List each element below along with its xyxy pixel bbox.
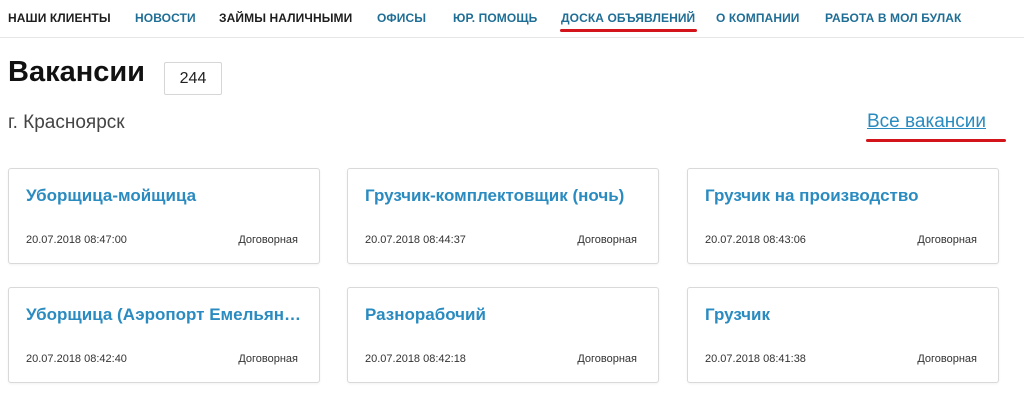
vacancy-date: 20.07.2018 08:44:37 bbox=[365, 234, 466, 246]
nav-item-jobs[interactable]: РАБОТА В МОЛ БУЛАК bbox=[825, 11, 961, 25]
vacancy-card[interactable]: Уборщица (Аэропорт Емельяново) 20.07.201… bbox=[8, 287, 320, 383]
active-nav-underline bbox=[560, 29, 697, 32]
vacancy-card[interactable]: Уборщица-мойщица 20.07.2018 08:47:00 Дог… bbox=[8, 168, 320, 264]
vacancy-date: 20.07.2018 08:47:00 bbox=[26, 234, 127, 246]
vacancy-date: 20.07.2018 08:41:38 bbox=[705, 353, 806, 365]
vacancy-title[interactable]: Грузчик bbox=[705, 305, 985, 325]
vacancy-salary: Договорная bbox=[917, 234, 977, 246]
vacancy-card[interactable]: Грузчик-комплектовщик (ночь) 20.07.2018 … bbox=[347, 168, 659, 264]
nav-item-news[interactable]: НОВОСТИ bbox=[135, 11, 196, 25]
all-vacancies-underline bbox=[866, 139, 1006, 142]
nav-item-offices[interactable]: ОФИСЫ bbox=[377, 11, 426, 25]
nav-item-ads-board[interactable]: ДОСКА ОБЪЯВЛЕНИЙ bbox=[561, 11, 695, 25]
vacancy-date: 20.07.2018 08:42:18 bbox=[365, 353, 466, 365]
vacancy-date: 20.07.2018 08:43:06 bbox=[705, 234, 806, 246]
nav-item-clients[interactable]: НАШИ КЛИЕНТЫ bbox=[8, 11, 111, 25]
vacancy-title[interactable]: Уборщица-мойщица bbox=[26, 186, 306, 206]
vacancy-title[interactable]: Уборщица (Аэропорт Емельяново) bbox=[26, 305, 306, 325]
vacancy-card[interactable]: Разнорабочий 20.07.2018 08:42:18 Договор… bbox=[347, 287, 659, 383]
vacancy-salary: Договорная bbox=[238, 234, 298, 246]
nav-item-legal-help[interactable]: ЮР. ПОМОЩЬ bbox=[453, 11, 537, 25]
vacancy-card[interactable]: Грузчик 20.07.2018 08:41:38 Договорная bbox=[687, 287, 999, 383]
vacancy-title[interactable]: Грузчик на производство bbox=[705, 186, 985, 206]
vacancy-salary: Договорная bbox=[238, 353, 298, 365]
vacancy-title[interactable]: Грузчик-комплектовщик (ночь) bbox=[365, 186, 645, 206]
nav-item-about[interactable]: О КОМПАНИИ bbox=[716, 11, 800, 25]
city-label: г. Красноярск bbox=[8, 112, 125, 133]
page-title: Вакансии bbox=[8, 56, 146, 88]
vacancy-card[interactable]: Грузчик на производство 20.07.2018 08:43… bbox=[687, 168, 999, 264]
all-vacancies-link[interactable]: Все вакансии bbox=[867, 111, 986, 133]
vacancy-salary: Договорная bbox=[577, 234, 637, 246]
top-navigation: НАШИ КЛИЕНТЫ НОВОСТИ ЗАЙМЫ НАЛИЧНЫМИ ОФИ… bbox=[0, 0, 1024, 38]
vacancy-count-badge: 244 bbox=[164, 62, 222, 95]
vacancy-title[interactable]: Разнорабочий bbox=[365, 305, 645, 325]
nav-item-cash-loans[interactable]: ЗАЙМЫ НАЛИЧНЫМИ bbox=[219, 11, 352, 25]
vacancy-date: 20.07.2018 08:42:40 bbox=[26, 353, 127, 365]
vacancy-salary: Договорная bbox=[577, 353, 637, 365]
vacancy-salary: Договорная bbox=[917, 353, 977, 365]
